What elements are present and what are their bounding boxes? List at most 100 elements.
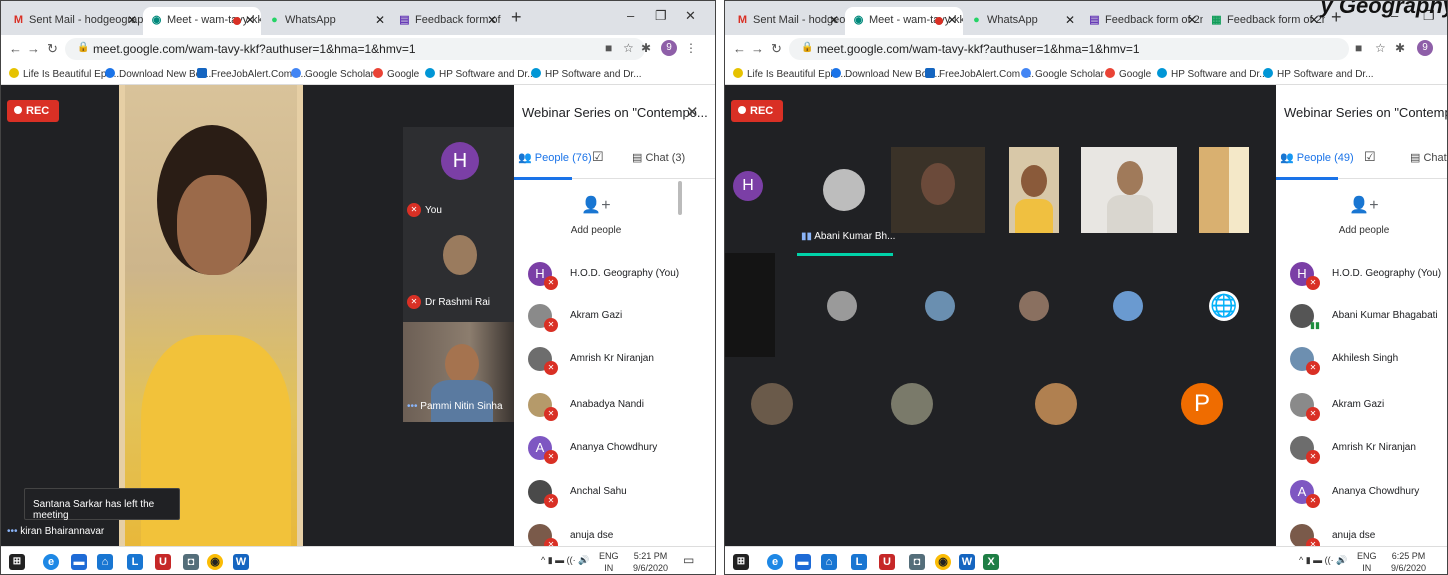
list-item[interactable]: ✕ Anabadya Nandi (514, 387, 715, 427)
camera-icon[interactable]: ■ (1355, 41, 1362, 55)
taskbar-clock[interactable]: 5:21 PM 9/6/2020 (633, 550, 668, 574)
profile-avatar[interactable]: 9 (1417, 40, 1433, 56)
bookmark-item[interactable]: HP Software and Dr... (531, 68, 642, 80)
camera-icon[interactable]: ■ (605, 41, 612, 55)
reload-icon[interactable]: ↻ (771, 41, 782, 57)
windows-start-icon[interactable]: ⊞ (733, 554, 749, 570)
bookmark-item[interactable]: Google Scholar (1021, 68, 1104, 80)
participant-tile-you[interactable]: H ✕ You (403, 127, 514, 227)
add-people-button[interactable]: 👤+ Add people (1324, 195, 1404, 236)
bookmark-item[interactable]: HP Software and Dr... (425, 68, 536, 80)
list-item[interactable]: H ✕ H.O.D. Geography (You) (1276, 256, 1447, 296)
close-icon[interactable]: ✕ (375, 13, 385, 27)
close-icon[interactable]: ✕ (829, 13, 839, 27)
star-icon[interactable]: ☆ (1375, 41, 1386, 55)
chrome-icon[interactable]: ◉ (935, 554, 951, 570)
bookmark-item[interactable]: FreeJobAlert.Com :... (197, 68, 306, 80)
tab-chat[interactable]: ▤ Chat (3) (632, 151, 685, 164)
tab-feedback-sheet[interactable]: ▦ Feedback form of 2nd Sept ✕ (1203, 7, 1325, 35)
list-item[interactable]: ✕ Amrish Kr Niranjan (514, 341, 715, 381)
list-item[interactable]: ▮▮ Abani Kumar Bhagabati (1276, 298, 1447, 338)
close-icon[interactable]: ✕ (947, 13, 957, 27)
bookmark-item[interactable]: HP Software and Dr... (1157, 68, 1268, 80)
close-panel-button[interactable]: ✕ (686, 103, 699, 121)
bookmark-item[interactable]: Life Is Beautiful Epis... (733, 68, 846, 80)
close-icon[interactable]: ✕ (1065, 13, 1075, 27)
list-item[interactable]: A ✕ Ananya Chowdhury (514, 430, 715, 470)
tab-people[interactable]: 👥 People (76) (518, 151, 592, 164)
participant-tile[interactable] (1081, 147, 1177, 233)
bookmark-item[interactable]: FreeJobAlert.Com :... (925, 68, 1034, 80)
restore-button[interactable]: ❐ (655, 8, 667, 24)
edge-icon[interactable]: e (767, 554, 783, 570)
close-icon[interactable]: ✕ (1309, 13, 1319, 27)
tab-feedback[interactable]: ▤ Feedback form of 2nd Sept ✕ (1081, 7, 1203, 35)
close-icon[interactable]: ✕ (245, 13, 255, 27)
word-icon[interactable]: W (959, 554, 975, 570)
close-icon[interactable]: ✕ (487, 13, 497, 27)
close-icon[interactable]: ✕ (1187, 13, 1197, 27)
bookmark-item[interactable]: Google (373, 68, 419, 80)
activities-icon[interactable]: ☑ (592, 149, 604, 165)
participant-tile[interactable] (725, 253, 775, 357)
system-tray-icons[interactable]: ^ ▮ ▬ ((· 🔊 (1299, 555, 1347, 566)
input-language[interactable]: ENG IN (599, 550, 619, 574)
tab-meet[interactable]: ◉ Meet - wam-tavy-kkf ✕ (845, 7, 963, 35)
file-explorer-icon[interactable]: ▬ (795, 554, 811, 570)
minimize-button[interactable]: – (627, 8, 634, 23)
star-icon[interactable]: ☆ (623, 41, 634, 55)
list-item[interactable]: ✕ anuja dse (1276, 518, 1447, 546)
tab-gmail[interactable]: M Sent Mail - hodgeography@gmail ✕ (5, 7, 143, 35)
list-item[interactable]: ✕ Akram Gazi (514, 298, 715, 338)
tab-meet[interactable]: ◉ Meet - wam-tavy-kkf ✕ (143, 7, 261, 35)
list-item[interactable]: ✕ Amrish Kr Niranjan (1276, 430, 1447, 470)
excel-icon[interactable]: X (983, 554, 999, 570)
extensions-icon[interactable]: ✱ (1395, 41, 1405, 55)
close-window-button[interactable]: ✕ (685, 8, 696, 24)
bookmark-item[interactable]: Google Scholar (291, 68, 374, 80)
mcafee-icon[interactable]: U (879, 554, 895, 570)
notifications-icon[interactable]: ▭ (683, 553, 694, 567)
edge-icon[interactable]: e (43, 554, 59, 570)
participant-tile[interactable] (891, 147, 985, 233)
list-item[interactable]: ✕ Anchal Sahu (514, 474, 715, 514)
tab-whatsapp[interactable]: ● WhatsApp ✕ (963, 7, 1081, 35)
camera-app-icon[interactable]: ◘ (183, 554, 199, 570)
forward-icon[interactable]: → (751, 41, 764, 56)
back-icon[interactable]: ← (9, 41, 22, 56)
list-item[interactable]: ✕ Akram Gazi (1276, 387, 1447, 427)
bookmark-item[interactable]: Google (1105, 68, 1151, 80)
participant-tile[interactable] (1009, 147, 1059, 233)
tab-people[interactable]: 👥 People (49) (1280, 151, 1354, 164)
add-people-button[interactable]: 👤+ Add people (556, 195, 636, 236)
back-icon[interactable]: ← (733, 41, 746, 56)
bookmark-item[interactable]: Download New Boll... (831, 68, 940, 80)
store-icon[interactable]: ⌂ (821, 554, 837, 570)
scrollbar-thumb[interactable] (678, 181, 682, 215)
activities-icon[interactable]: ☑ (1364, 149, 1376, 165)
participant-tile-rashmi[interactable]: ✕ Dr Rashmi Rai (403, 227, 514, 322)
participant-tile[interactable] (1199, 147, 1249, 233)
app-icon[interactable]: L (851, 554, 867, 570)
file-explorer-icon[interactable]: ▬ (71, 554, 87, 570)
word-icon[interactable]: W (233, 554, 249, 570)
list-item[interactable]: ✕ anuja dse (514, 518, 715, 546)
taskbar-clock[interactable]: 6:25 PM 9/6/2020 (1391, 550, 1426, 574)
close-icon[interactable]: ✕ (127, 13, 137, 27)
tab-chat[interactable]: ▤ Chat (1410, 151, 1447, 164)
profile-avatar[interactable]: 9 (661, 40, 677, 56)
list-item[interactable]: H ✕ H.O.D. Geography (You) (514, 256, 715, 296)
menu-icon[interactable]: ⋮ (685, 41, 697, 55)
new-tab-button[interactable]: + (511, 7, 522, 28)
windows-start-icon[interactable]: ⊞ (9, 554, 25, 570)
list-item[interactable]: A ✕ Ananya Chowdhury (1276, 474, 1447, 514)
system-tray-icons[interactable]: ^ ▮ ▬ ((· 🔊 (541, 555, 589, 566)
chrome-icon[interactable]: ◉ (207, 554, 223, 570)
mcafee-icon[interactable]: U (155, 554, 171, 570)
list-item[interactable]: ✕ Akhilesh Singh (1276, 341, 1447, 381)
reload-icon[interactable]: ↻ (47, 41, 58, 57)
tab-whatsapp[interactable]: ● WhatsApp ✕ (261, 7, 391, 35)
participant-tile-abani[interactable]: ▮▮ Abani Kumar Bh... (797, 147, 897, 259)
url-field[interactable]: 🔒 meet.google.com/wam-tavy-kkf?authuser=… (65, 38, 645, 60)
url-field[interactable]: 🔒 meet.google.com/wam-tavy-kkf?authuser=… (789, 38, 1349, 60)
